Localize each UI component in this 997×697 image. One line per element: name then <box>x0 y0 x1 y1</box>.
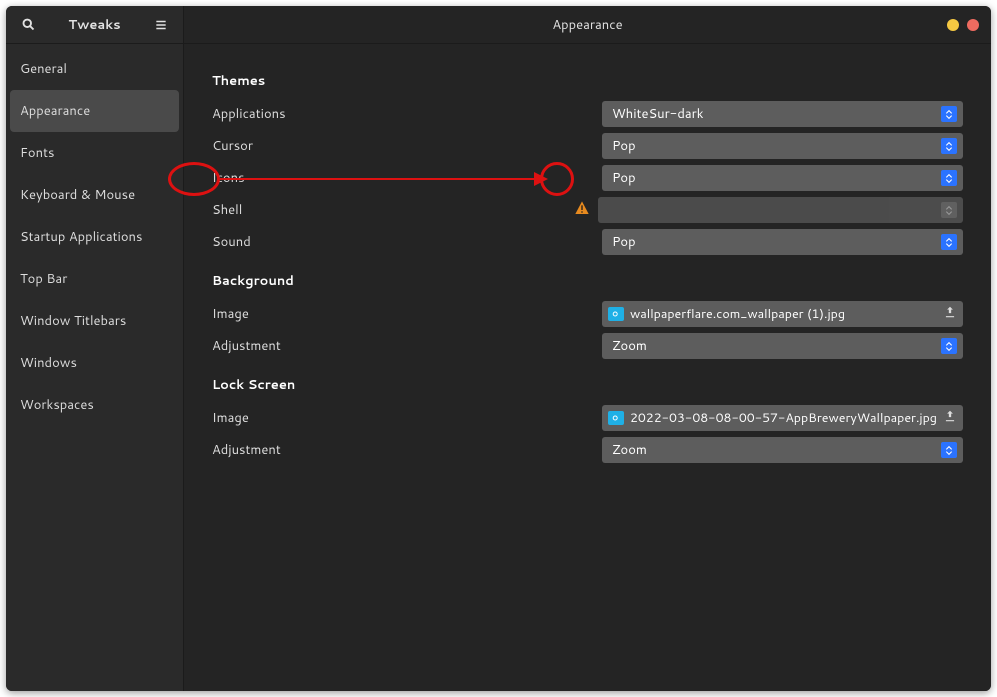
filechooser-bg-image-value: wallpaperflare.com_wallpaper (1).jpg <box>630 305 937 323</box>
label-applications: Applications <box>212 105 602 123</box>
hamburger-icon[interactable] <box>149 13 173 37</box>
dropdown-icons-value: Pop <box>612 169 636 187</box>
filechooser-ls-image-value: 2022-03-08-08-00-57-AppBreweryWallpaper.… <box>630 409 937 427</box>
dropdown-ls-adjustment-value: Zoom <box>612 441 647 459</box>
label-icons: Icons <box>212 169 602 187</box>
window-controls <box>947 6 979 44</box>
label-bg-adjustment: Adjustment <box>212 337 602 355</box>
row-shell: Shell <box>212 194 963 226</box>
label-shell: Shell <box>212 201 602 219</box>
image-icon <box>608 307 624 321</box>
app-title: Tweaks <box>68 16 120 34</box>
row-ls-adjustment: Adjustment Zoom <box>212 434 963 466</box>
main-panel: Appearance Themes Applications WhiteSur-… <box>184 6 991 691</box>
chevrons-icon <box>941 234 957 250</box>
sidebar: Tweaks General Appearance Fonts Keyboard… <box>6 6 184 691</box>
row-cursor: Cursor Pop <box>212 130 963 162</box>
row-ls-image: Image 2022-03-08-08-00-57-AppBreweryWall… <box>212 402 963 434</box>
dropdown-bg-adjustment-value: Zoom <box>612 337 647 355</box>
sidebar-item-general[interactable]: General <box>10 48 179 90</box>
sidebar-list: General Appearance Fonts Keyboard & Mous… <box>6 44 183 430</box>
upload-icon <box>943 305 957 324</box>
chevrons-icon <box>941 170 957 186</box>
label-shell-text: Shell <box>212 201 242 219</box>
upload-icon <box>943 409 957 428</box>
sidebar-item-appearance[interactable]: Appearance <box>10 90 179 132</box>
dropdown-sound[interactable]: Pop <box>602 229 963 255</box>
close-button[interactable] <box>967 19 979 31</box>
label-ls-adjustment: Adjustment <box>212 441 602 459</box>
sidebar-item-windows[interactable]: Windows <box>10 342 179 384</box>
page-title: Appearance <box>552 16 622 34</box>
sidebar-item-top-bar[interactable]: Top Bar <box>10 258 179 300</box>
main-header: Appearance <box>184 6 991 44</box>
filechooser-bg-image[interactable]: wallpaperflare.com_wallpaper (1).jpg <box>602 301 963 327</box>
row-bg-image: Image wallpaperflare.com_wallpaper (1).j… <box>212 298 963 330</box>
dropdown-bg-adjustment[interactable]: Zoom <box>602 333 963 359</box>
tweaks-window: Tweaks General Appearance Fonts Keyboard… <box>6 6 991 691</box>
label-ls-image: Image <box>212 409 602 427</box>
sidebar-item-workspaces[interactable]: Workspaces <box>10 384 179 426</box>
label-cursor: Cursor <box>212 137 602 155</box>
dropdown-cursor[interactable]: Pop <box>602 133 963 159</box>
row-icons: Icons Pop <box>212 162 963 194</box>
content-area: Themes Applications WhiteSur-dark Cursor <box>184 44 991 691</box>
dropdown-ls-adjustment[interactable]: Zoom <box>602 437 963 463</box>
section-lockscreen: Lock Screen <box>212 376 963 394</box>
sidebar-header: Tweaks <box>6 6 183 44</box>
dropdown-sound-value: Pop <box>612 233 636 251</box>
label-bg-image: Image <box>212 305 602 323</box>
image-icon <box>608 411 624 425</box>
dropdown-shell <box>598 197 963 223</box>
label-sound: Sound <box>212 233 602 251</box>
row-bg-adjustment: Adjustment Zoom <box>212 330 963 362</box>
row-sound: Sound Pop <box>212 226 963 258</box>
dropdown-applications-value: WhiteSur-dark <box>612 105 704 123</box>
sidebar-item-startup-applications[interactable]: Startup Applications <box>10 216 179 258</box>
chevrons-icon <box>941 202 957 218</box>
filechooser-ls-image[interactable]: 2022-03-08-08-00-57-AppBreweryWallpaper.… <box>602 405 963 431</box>
chevrons-icon <box>941 138 957 154</box>
sidebar-item-window-titlebars[interactable]: Window Titlebars <box>10 300 179 342</box>
row-applications: Applications WhiteSur-dark <box>212 98 963 130</box>
chevrons-icon <box>941 442 957 458</box>
sidebar-item-fonts[interactable]: Fonts <box>10 132 179 174</box>
chevrons-icon <box>941 338 957 354</box>
chevrons-icon <box>941 106 957 122</box>
dropdown-icons[interactable]: Pop <box>602 165 963 191</box>
section-themes: Themes <box>212 72 963 90</box>
search-icon[interactable] <box>16 13 40 37</box>
warning-icon <box>574 200 590 221</box>
section-background: Background <box>212 272 963 290</box>
minimize-button[interactable] <box>947 19 959 31</box>
dropdown-cursor-value: Pop <box>612 137 636 155</box>
sidebar-item-keyboard-mouse[interactable]: Keyboard & Mouse <box>10 174 179 216</box>
dropdown-applications[interactable]: WhiteSur-dark <box>602 101 963 127</box>
